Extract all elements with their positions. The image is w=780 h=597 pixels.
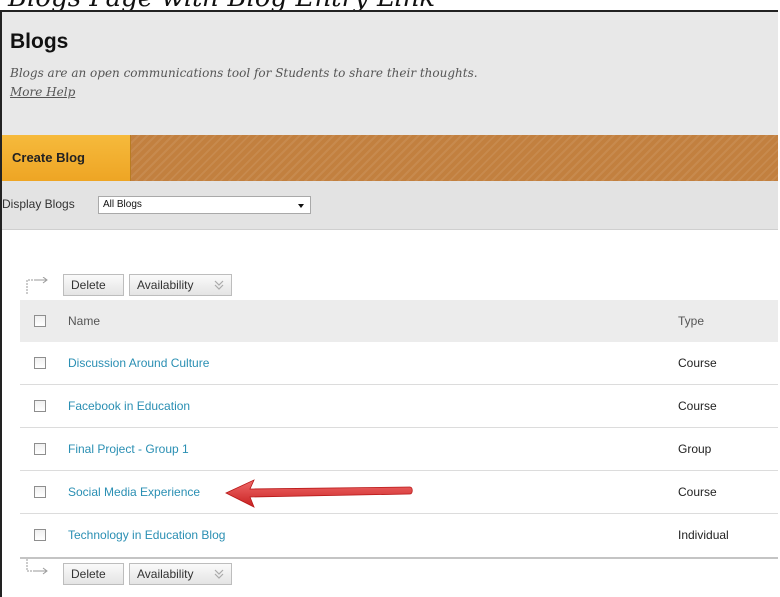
blog-type: Individual: [678, 528, 729, 542]
row-checkbox[interactable]: [34, 357, 46, 369]
row-checkbox[interactable]: [34, 400, 46, 412]
table-row: Discussion Around Culture Course: [20, 342, 778, 385]
blog-type: Course: [678, 356, 717, 370]
create-blog-button[interactable]: Create Blog: [2, 135, 131, 181]
select-arrow-icon: [26, 559, 48, 575]
action-bar: Create Blog: [2, 135, 778, 181]
blog-link[interactable]: Technology in Education Blog: [68, 528, 225, 542]
filter-bar: Display Blogs All Blogs: [2, 181, 778, 230]
row-checkbox[interactable]: [34, 529, 46, 541]
row-checkbox[interactable]: [34, 486, 46, 498]
availability-button[interactable]: Availability: [129, 563, 232, 585]
red-arrow-annotation: [225, 479, 413, 508]
table-row: Technology in Education Blog Individual: [20, 514, 778, 557]
column-name-header[interactable]: Name: [68, 314, 100, 328]
page-title: Blogs: [10, 30, 69, 53]
blog-link[interactable]: Facebook in Education: [68, 399, 190, 413]
blogs-panel: Blogs Blogs are an open communications t…: [0, 10, 778, 597]
table-header: Name Type: [20, 300, 778, 342]
availability-button[interactable]: Availability: [129, 274, 232, 296]
row-checkbox[interactable]: [34, 443, 46, 455]
display-blogs-label: Display Blogs: [2, 197, 75, 211]
page-header: Blogs Blogs are an open communications t…: [2, 12, 778, 135]
double-chevron-down-icon: [214, 569, 224, 579]
more-help-link[interactable]: More Help: [10, 85, 75, 99]
availability-label: Availability: [137, 567, 194, 581]
top-action-row: Delete Availability: [2, 270, 778, 300]
table-row: Final Project - Group 1 Group: [20, 428, 778, 471]
column-type-header[interactable]: Type: [678, 314, 704, 328]
availability-label: Availability: [137, 278, 194, 292]
blog-type: Course: [678, 485, 717, 499]
table-row: Facebook in Education Course: [20, 385, 778, 428]
delete-button[interactable]: Delete: [63, 563, 124, 585]
chevron-down-icon: [298, 204, 304, 208]
blog-type: Group: [678, 442, 712, 456]
blog-link[interactable]: Discussion Around Culture: [68, 356, 209, 370]
page-description: Blogs are an open communications tool fo…: [10, 66, 478, 80]
delete-button[interactable]: Delete: [63, 274, 124, 296]
blog-link[interactable]: Social Media Experience: [68, 485, 200, 499]
bottom-action-row: Delete Availability: [2, 559, 778, 589]
select-all-checkbox[interactable]: [34, 315, 46, 327]
display-blogs-selected: All Blogs: [103, 199, 142, 210]
display-blogs-select[interactable]: All Blogs: [98, 196, 311, 214]
select-arrow-icon: [26, 277, 48, 294]
blog-type: Course: [678, 399, 717, 413]
double-chevron-down-icon: [214, 280, 224, 290]
blog-link[interactable]: Final Project - Group 1: [68, 442, 189, 456]
